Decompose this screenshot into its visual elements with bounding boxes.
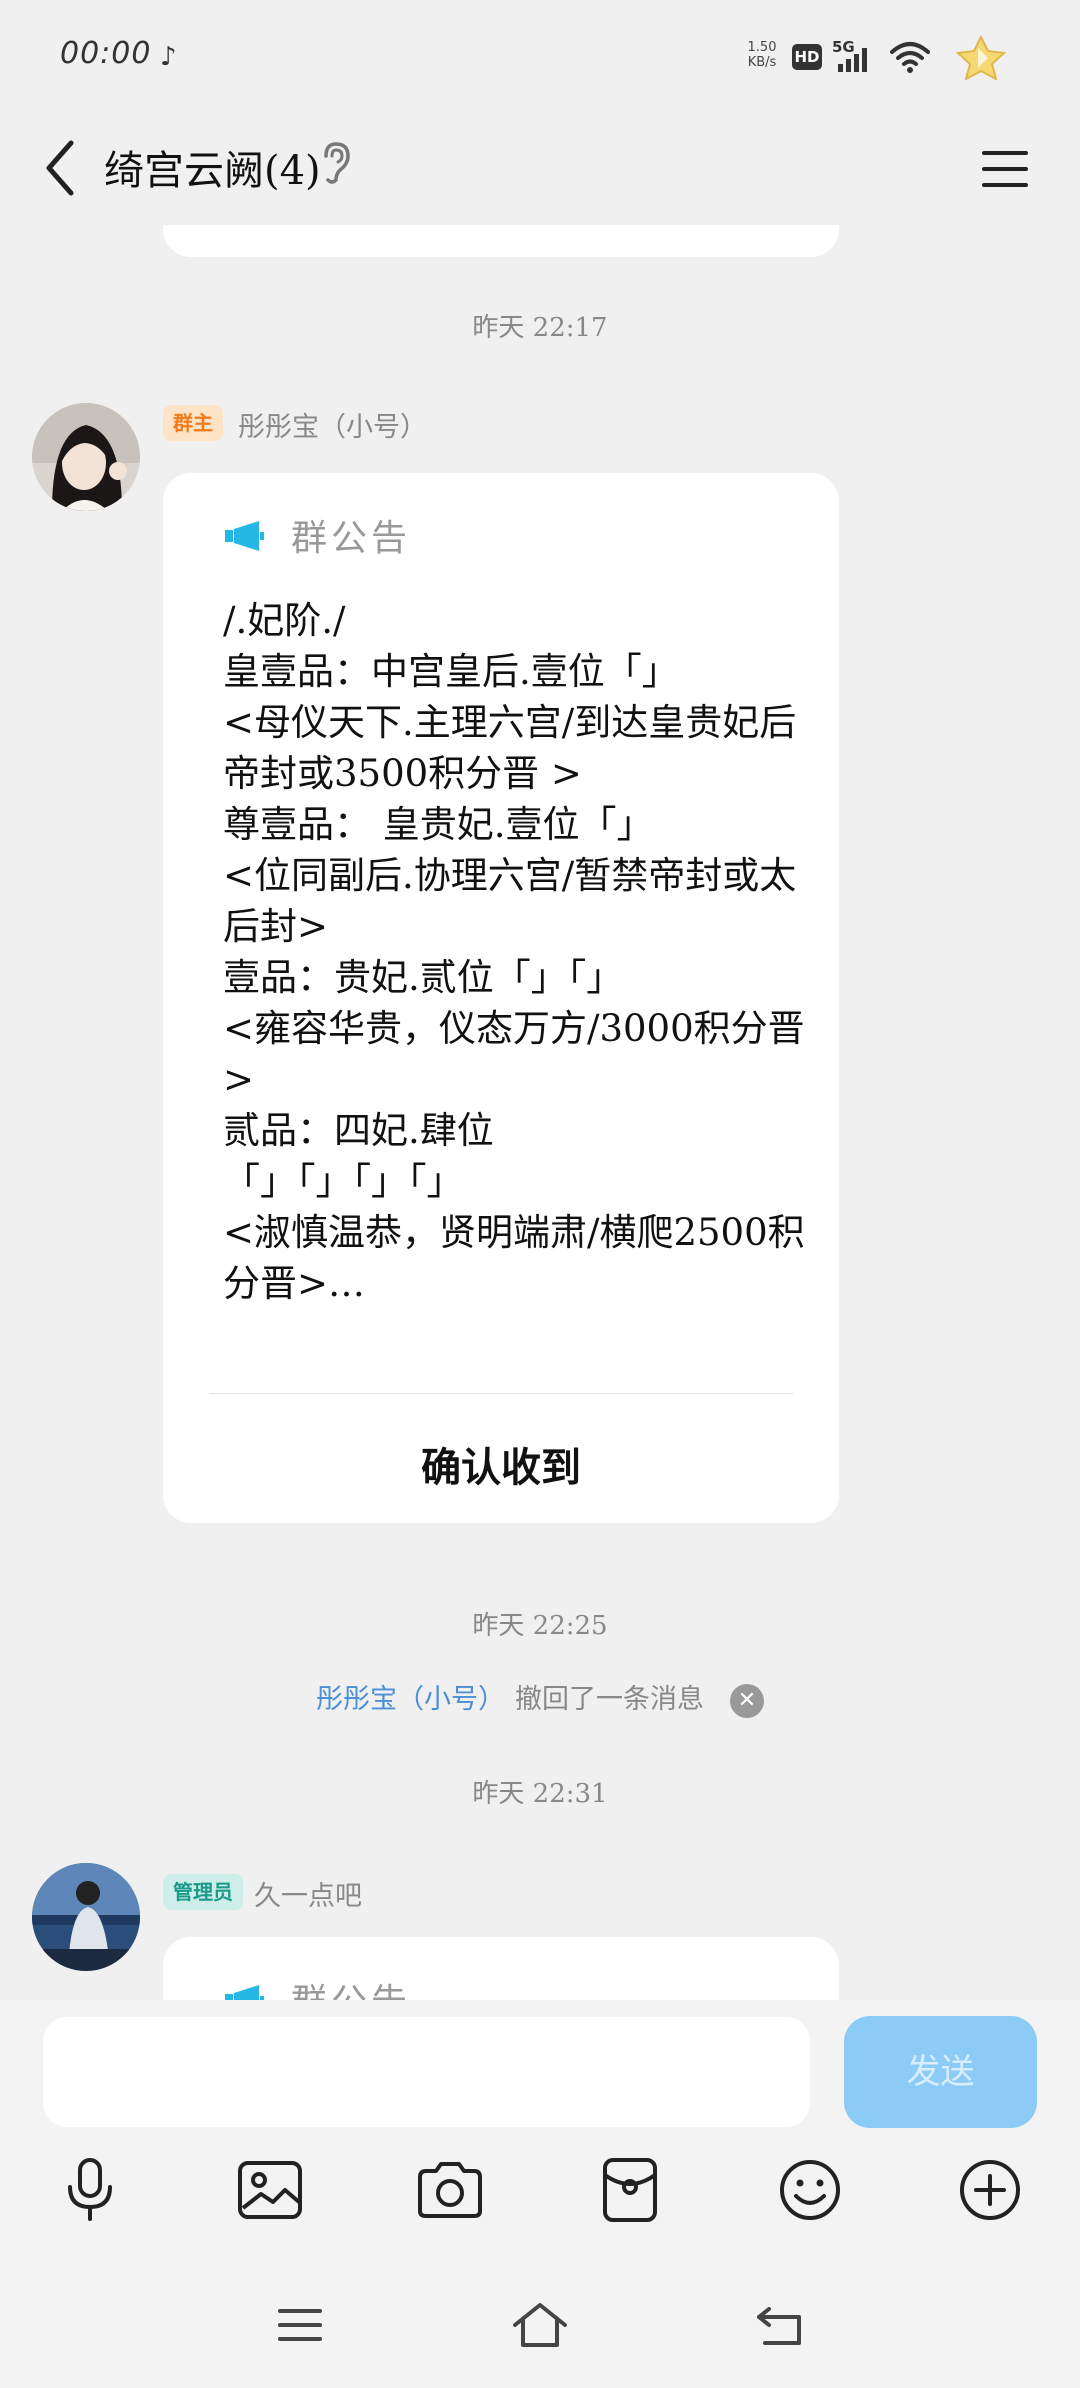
more-button[interactable] [950,2150,1030,2230]
wifi-icon [890,40,930,74]
battery-star-icon [952,34,1010,81]
chat-message-list[interactable]: 昨天 22:17 群主 彤彤宝（小号） 群公告 /.妃阶./ 皇壹品：中宫皇后.… [0,225,1080,2000]
divider [209,1393,793,1394]
red-packet-button[interactable] [590,2150,670,2230]
nav-menu-button[interactable] [265,2290,335,2360]
avatar[interactable] [32,1863,140,1971]
sender-name[interactable]: 久一点吧 [254,1874,362,1913]
signal-5g-icon: 5G [832,38,878,74]
back-button[interactable] [30,128,90,208]
nav-menu-icon [278,2309,322,2341]
menu-button[interactable] [976,134,1034,204]
music-note-icon: ♪ [160,42,177,72]
chat-title[interactable]: 绮宫云阙(4) [104,138,321,196]
back-arrow-icon [46,140,74,196]
ear-icon[interactable] [318,140,354,186]
group-owner-badge: 群主 [163,405,223,441]
microphone-icon [68,2158,112,2221]
status-time: 00:00 [60,36,152,71]
nav-back-icon [757,2307,801,2345]
hamburger-menu-icon [982,151,1028,187]
timestamp: 昨天 22:25 [472,1611,608,1641]
admin-badge: 管理员 [163,1874,243,1910]
announcement-body: /.妃阶./ 皇壹品：中宫皇后.壹位「」 <母仪天下.主理六宫/到达皇贵妃后帝封… [223,599,805,1305]
group-announcement-card[interactable]: 群公告 /.妃阶./ 皇壹品：中宫皇后.壹位「」 <母仪天下.主理六宫/到达皇贵… [163,473,839,1523]
send-button[interactable]: 发送 [844,2016,1037,2128]
network-speed-value: 1.50 [747,40,777,55]
close-icon[interactable]: ✕ [730,1683,764,1718]
announcement-title: 群公告 [291,1973,411,2000]
hd-badge: HD [792,44,822,70]
timestamp: 昨天 22:17 [472,313,608,343]
status-bar: 00:00 ♪ 1.50 KB/s HD 5G [0,0,1080,120]
network-speed: 1.50 KB/s [744,40,780,70]
network-speed-unit: KB/s [747,55,777,70]
confirm-received-button[interactable]: 确认收到 [163,1435,839,1493]
recall-sender-name[interactable]: 彤彤宝（小号） [316,1684,505,1715]
emoji-button[interactable] [770,2150,850,2230]
recall-notice: 彤彤宝（小号） 撤回了一条消息 ✕ [0,1677,1080,1718]
sender-name[interactable]: 彤彤宝（小号） [238,405,427,444]
megaphone-icon [225,1984,265,2000]
avatar[interactable] [32,403,140,511]
photo-button[interactable] [230,2150,310,2230]
recall-text: 撤回了一条消息 [515,1684,704,1715]
voice-button[interactable] [50,2150,130,2230]
red-packet-icon [603,2158,657,2222]
announcement-title: 群公告 [291,518,412,559]
nav-home-button[interactable] [505,2290,575,2360]
megaphone-icon [225,520,265,552]
timestamp: 昨天 22:31 [472,1779,608,1809]
smiley-icon [780,2160,840,2220]
previous-message-bubble[interactable] [163,225,839,257]
nav-back-button[interactable] [745,2290,815,2360]
chat-header: 绮宫云阙(4) [0,120,1080,230]
home-icon [513,2303,567,2347]
message-input[interactable] [43,2017,810,2127]
image-icon [238,2161,302,2219]
plus-circle-icon [960,2160,1020,2220]
camera-button[interactable] [410,2150,490,2230]
camera-icon [418,2162,482,2218]
group-announcement-card[interactable]: 群公告 [163,1937,839,2000]
